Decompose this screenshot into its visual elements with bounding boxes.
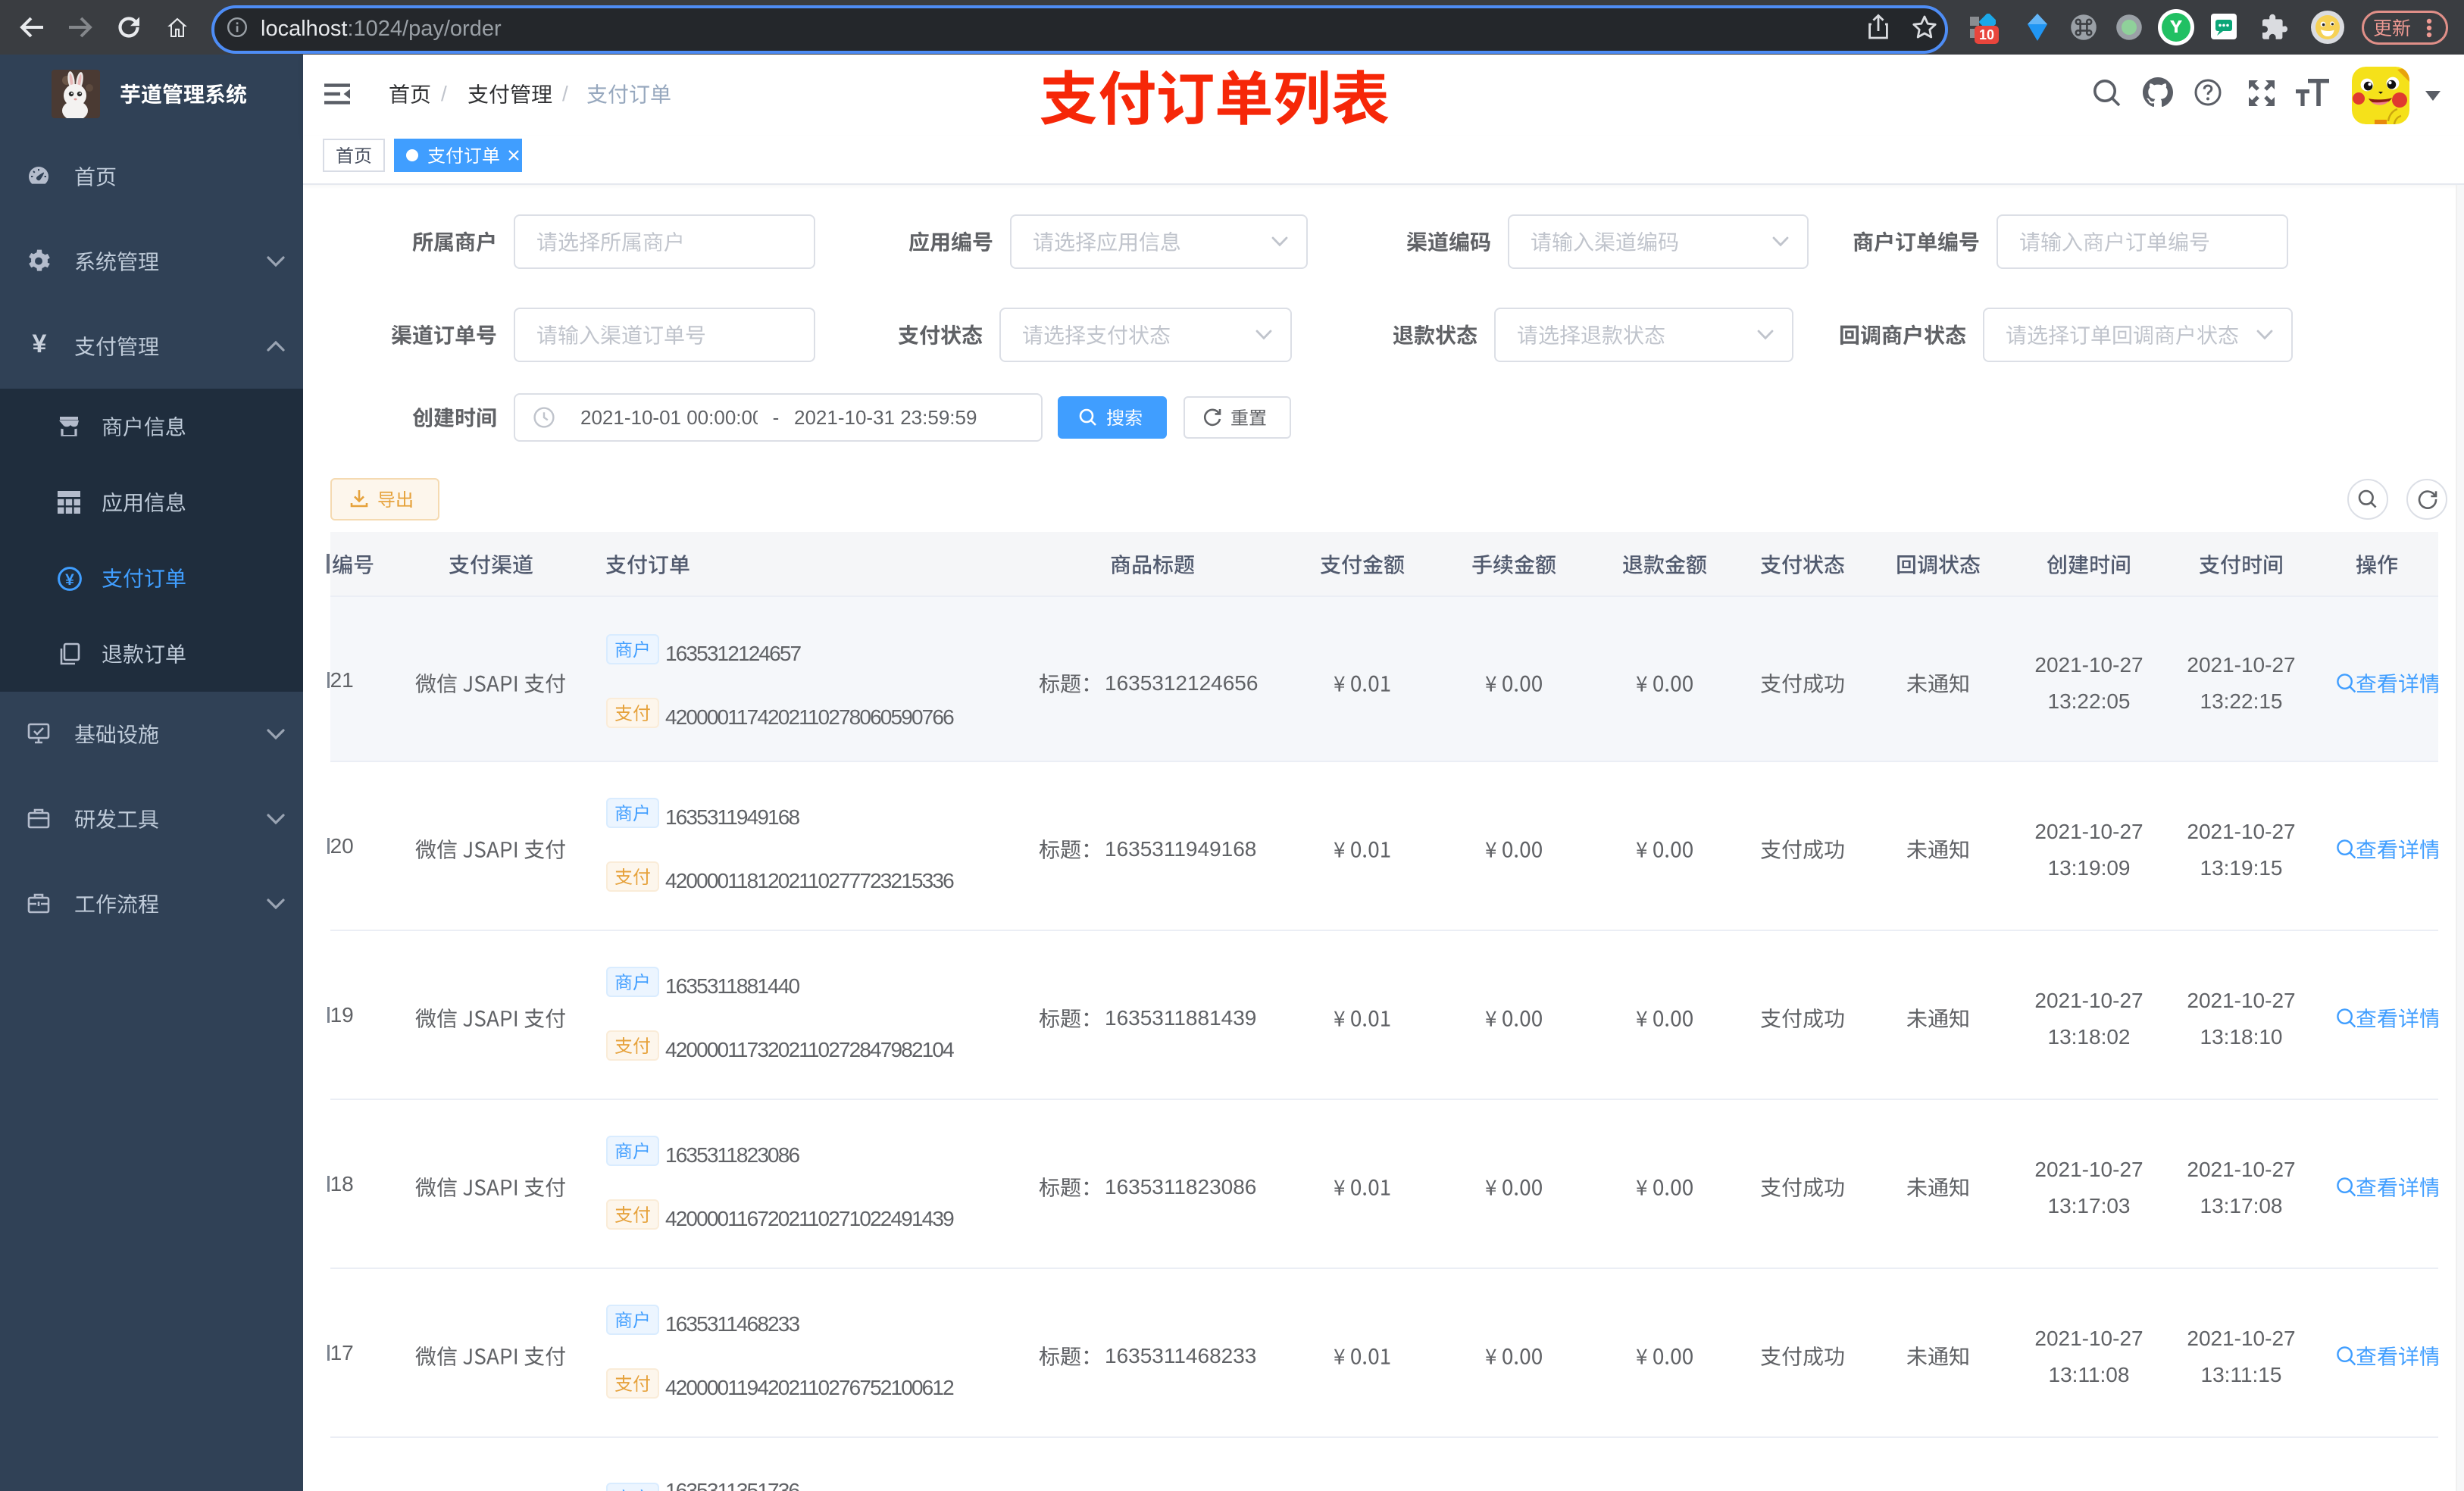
svg-text:¥: ¥ bbox=[33, 332, 47, 356]
svg-text:¥: ¥ bbox=[65, 571, 74, 589]
